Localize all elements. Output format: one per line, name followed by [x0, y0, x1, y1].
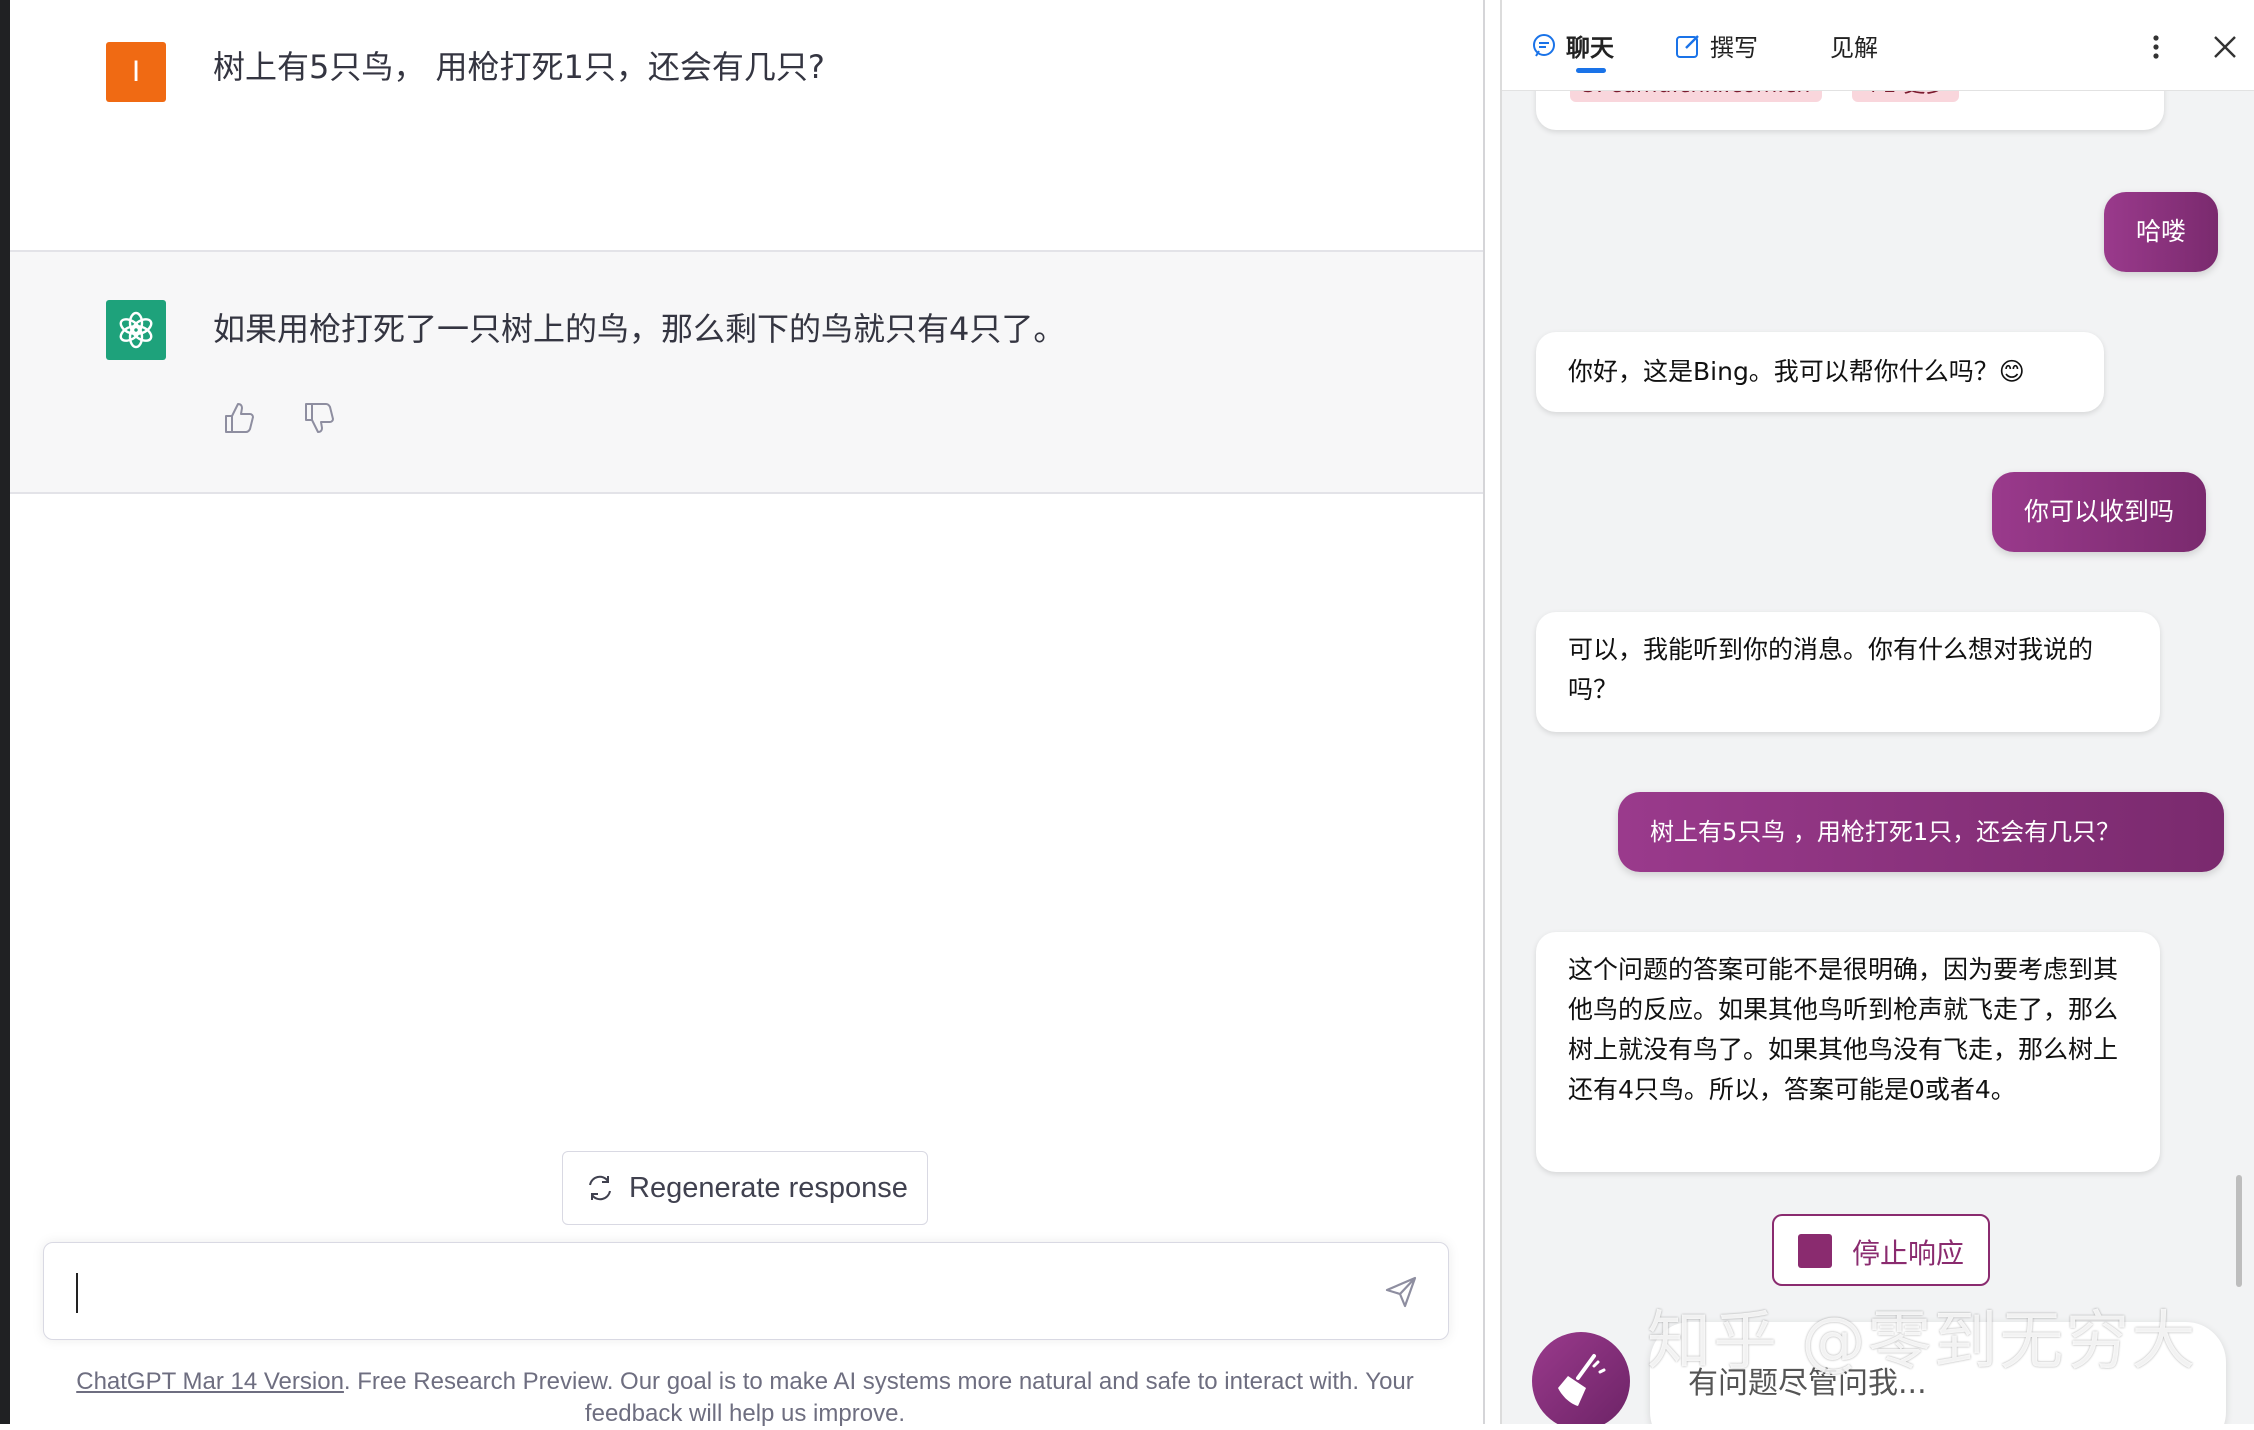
assistant-message-row: 如果用枪打死了一只树上的鸟，那么剩下的鸟就只有4只了。 — [10, 252, 1485, 494]
new-topic-button[interactable] — [1532, 1332, 1630, 1424]
pane-divider — [1483, 0, 1485, 1424]
watermark: 知乎 @零到无穷大 — [1647, 1305, 2198, 1379]
stop-response-button[interactable]: 停止响应 — [1772, 1214, 1990, 1286]
stop-response-label: 停止响应 — [1852, 1237, 1965, 1270]
scrollbar[interactable] — [2236, 1175, 2242, 1287]
tab-chat[interactable]: 聊天 — [1530, 28, 1614, 66]
regenerate-button[interactable]: Regenerate response — [562, 1151, 928, 1225]
tab-insights-label: 见解 — [1830, 34, 1878, 62]
tab-compose[interactable]: 撰写 — [1674, 28, 1758, 66]
thumbs-down-icon[interactable] — [300, 400, 336, 436]
tab-chat-label: 聊天 — [1566, 34, 1614, 62]
user-avatar: I — [106, 42, 166, 102]
assistant-message-text: 如果用枪打死了一只树上的鸟，那么剩下的鸟就只有4只了。 — [213, 310, 1066, 348]
more-options-icon[interactable] — [2150, 32, 2162, 66]
thumbs-up-icon[interactable] — [220, 400, 256, 436]
message-input[interactable] — [43, 1242, 1449, 1340]
footer-text: . Free Research Preview. Our goal is to … — [343, 1368, 1414, 1427]
tab-compose-label: 撰写 — [1710, 34, 1758, 62]
regenerate-label: Regenerate response — [629, 1172, 908, 1204]
window-edge — [0, 0, 10, 1424]
user-bubble: 树上有5只鸟 ，用枪打死1只，还会有几只？ — [1618, 792, 2224, 872]
tab-insights[interactable]: 见解 — [1830, 28, 1878, 63]
close-icon[interactable] — [2212, 34, 2238, 64]
chat-icon — [1530, 32, 1558, 66]
user-bubble: 哈喽 — [2104, 192, 2219, 272]
send-icon[interactable] — [1384, 1275, 1418, 1313]
bing-header: 聊天 撰写 见解 — [1502, 0, 2254, 91]
broom-icon — [1558, 1354, 1606, 1406]
footer-disclaimer: ChatGPT Mar 14 Version. Free Research Pr… — [30, 1366, 1460, 1430]
bot-bubble: 你好，这是Bing。我可以帮你什么吗？😊 — [1536, 332, 2104, 412]
user-message-text: 树上有5只鸟， 用枪打死1只，还会有几只? — [213, 48, 825, 86]
stop-icon — [1798, 1234, 1832, 1268]
compose-icon — [1674, 32, 1702, 66]
active-tab-indicator — [1576, 68, 1606, 73]
refresh-icon — [585, 1173, 615, 1211]
chatgpt-pane: I 树上有5只鸟， 用枪打死1只，还会有几只? 如果用枪打死了一只树上的鸟，那么… — [0, 0, 1485, 1427]
text-caret — [76, 1273, 78, 1313]
bot-bubble: 可以，我能听到你的消息。你有什么想对我说的吗？ — [1536, 612, 2160, 732]
bot-bubble: 这个问题的答案可能不是很明确，因为要考虑到其他鸟的反应。如果其他鸟听到枪声就飞走… — [1536, 932, 2160, 1172]
chatgpt-logo-icon — [106, 300, 166, 360]
bing-sidebar: 聊天 撰写 见解 3. cdmd.cnki.com.cn +1 更多 哈喽 你好… — [1500, 0, 2254, 1424]
version-link[interactable]: ChatGPT Mar 14 Version — [76, 1368, 344, 1395]
user-bubble: 你可以收到吗 — [1992, 472, 2207, 552]
user-message-row: I 树上有5只鸟， 用枪打死1只，还会有几只? — [10, 0, 1485, 252]
